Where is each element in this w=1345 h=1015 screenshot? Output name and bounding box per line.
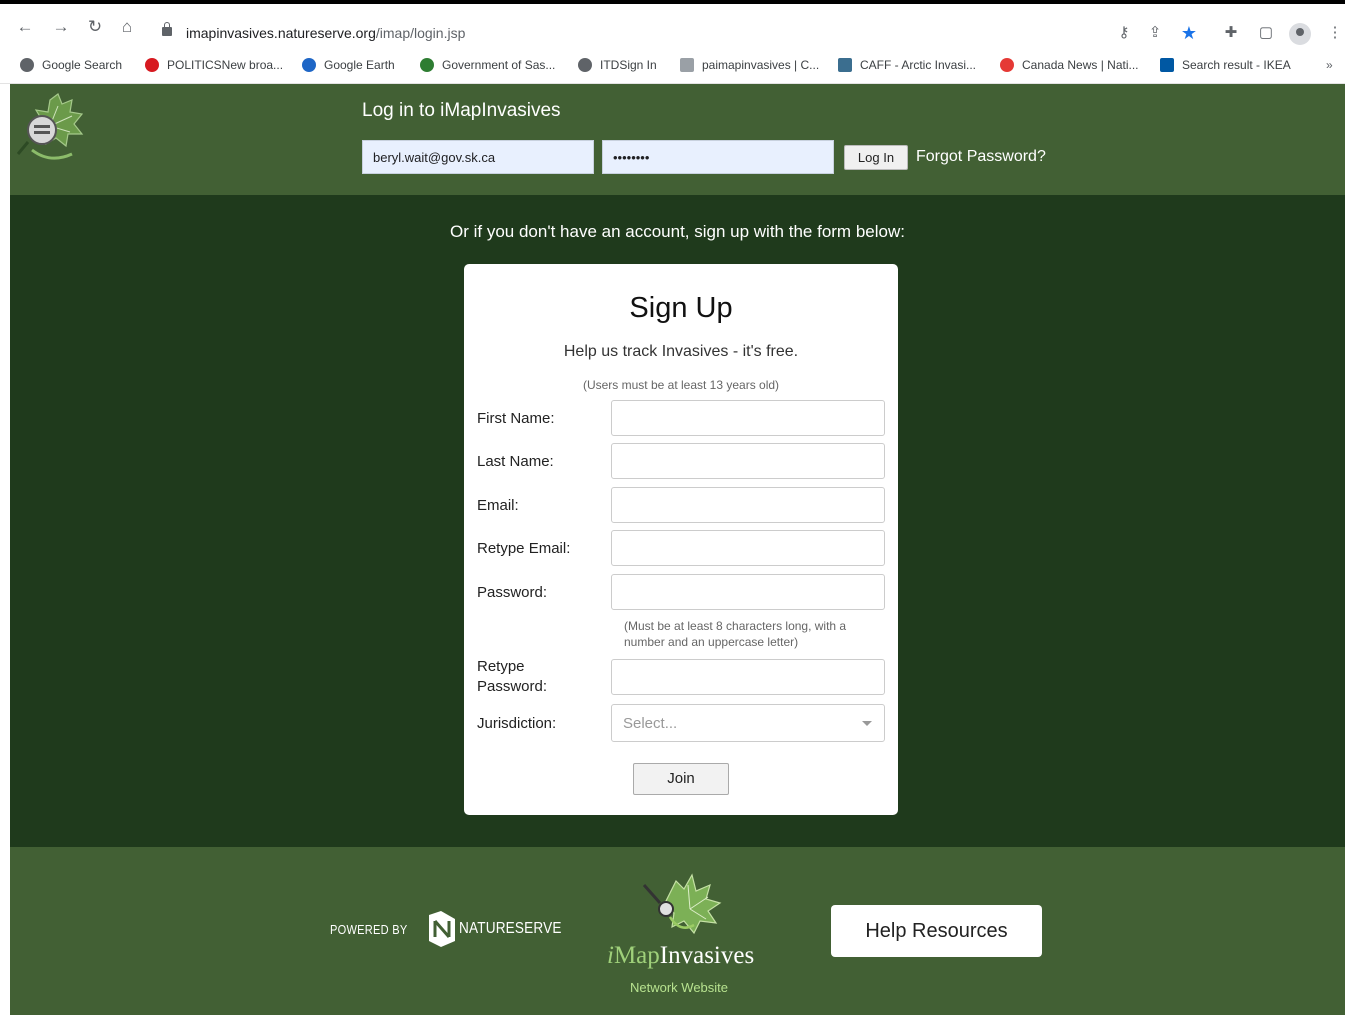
forward-icon[interactable]: → <box>50 16 72 38</box>
login-button[interactable]: Log In <box>844 145 908 170</box>
more-bookmarks-button[interactable]: » <box>1326 58 1333 72</box>
menu-kebab-icon[interactable]: ⋮ <box>1325 23 1345 43</box>
government-icon <box>420 58 434 72</box>
key-icon[interactable]: ⚷ <box>1114 23 1134 43</box>
caff-icon <box>838 58 852 72</box>
ikea-icon <box>1160 58 1174 72</box>
imapinvasives-leaf-icon[interactable] <box>10 92 90 167</box>
jurisdiction-select[interactable]: Select... <box>611 704 885 742</box>
powered-by-natureserve[interactable]: POWERED BY NATURESERVE <box>330 909 580 949</box>
email-label: Email: <box>477 497 519 514</box>
login-password-input[interactable] <box>602 140 834 174</box>
imapinvasives-brand: iMapInvasives <box>607 942 755 969</box>
paimap-icon <box>680 58 694 72</box>
url-path: /imap/login.jsp <box>375 25 466 41</box>
profile-icon[interactable] <box>1289 23 1311 45</box>
first-name-label: First Name: <box>477 410 555 427</box>
jurisdiction-placeholder: Select... <box>623 715 678 732</box>
bookmark-item[interactable]: ITDSign In <box>578 56 657 74</box>
page: Log in to iMapInvasives Log In Forgot Pa… <box>10 84 1345 1015</box>
footer: POWERED BY NATURESERVE iMapInvasives Net… <box>10 847 1345 1015</box>
chevron-down-icon <box>862 721 872 726</box>
cbc-icon <box>145 58 159 72</box>
last-name-field[interactable] <box>611 443 885 479</box>
login-email-input[interactable] <box>362 140 594 174</box>
password-requirements-note: (Must be at least 8 characters long, wit… <box>624 619 847 649</box>
signup-title: Sign Up <box>629 292 733 324</box>
natureserve-label: NATURESERVE <box>459 920 562 937</box>
jurisdiction-label: Jurisdiction: <box>477 715 557 732</box>
bookmark-item[interactable]: paimapinvasives | C... <box>680 56 819 74</box>
retype-password-label-line1: Retype <box>477 658 525 675</box>
google-earth-icon <box>302 58 316 72</box>
canada-news-icon <box>1000 58 1014 72</box>
network-website-link[interactable]: Network Website <box>630 980 728 995</box>
retype-password-field[interactable] <box>611 659 885 695</box>
address-bar[interactable]: imapinvasives.natureserve.org/imap/login… <box>186 25 465 41</box>
age-requirement-note: (Users must be at least 13 years old) <box>582 378 780 392</box>
login-header: Log in to iMapInvasives Log In Forgot Pa… <box>10 84 1345 195</box>
globe-icon <box>578 58 592 72</box>
back-icon[interactable]: ← <box>14 16 36 38</box>
last-name-label: Last Name: <box>477 453 554 470</box>
retype-email-label: Retype Email: <box>477 540 571 557</box>
retype-email-field[interactable] <box>611 530 885 566</box>
sidepanel-icon[interactable]: ▢ <box>1256 23 1276 43</box>
login-title: Log in to iMapInvasives <box>362 100 561 121</box>
signup-prompt: Or if you don't have an account, sign up… <box>450 222 905 241</box>
signup-card: Sign Up Help us track Invasives - it's f… <box>464 264 898 815</box>
forgot-password-link[interactable]: Forgot Password? <box>916 148 1046 166</box>
bookmark-item[interactable]: Government of Sas... <box>420 56 555 74</box>
bookmark-item[interactable]: CAFF - Arctic Invasi... <box>838 56 976 74</box>
bookmark-item[interactable]: Canada News | Nati... <box>1000 56 1139 74</box>
share-icon[interactable]: ⇪ <box>1145 23 1165 43</box>
page-left-border <box>0 84 10 1015</box>
natureserve-logo-icon <box>429 911 456 947</box>
browser-chrome: ← → ↻ ⌂ imapinvasives.natureserve.org/im… <box>0 0 1345 84</box>
powered-by-label: POWERED BY <box>330 921 408 937</box>
address-bar-row: ← → ↻ ⌂ imapinvasives.natureserve.org/im… <box>0 0 1345 46</box>
password-field[interactable] <box>611 574 885 610</box>
bookmark-item[interactable]: Google Search <box>20 56 122 74</box>
password-label: Password: <box>477 584 548 601</box>
bookmark-item[interactable]: Search result - IKEA <box>1160 56 1291 74</box>
bookmark-star-icon[interactable]: ★ <box>1179 23 1199 43</box>
first-name-field[interactable] <box>611 400 885 436</box>
bookmark-item[interactable]: Google Earth <box>302 56 395 74</box>
email-field[interactable] <box>611 487 885 523</box>
retype-password-label-line2: Password: <box>477 678 548 695</box>
signup-subtitle: Help us track Invasives - it's free. <box>563 343 799 360</box>
reload-icon[interactable]: ↻ <box>84 16 106 38</box>
extensions-icon[interactable]: ✚ <box>1221 23 1241 43</box>
globe-icon <box>20 58 34 72</box>
bookmarks-bar: Google Search POLITICSNew broa... Google… <box>0 50 1345 80</box>
join-button[interactable]: Join <box>633 763 729 795</box>
bookmark-item[interactable]: POLITICSNew broa... <box>145 56 283 74</box>
help-resources-button[interactable]: Help Resources <box>831 905 1042 957</box>
url-domain: imapinvasives.natureserve.org <box>186 25 376 41</box>
home-icon[interactable]: ⌂ <box>116 16 138 38</box>
lock-icon[interactable] <box>162 22 172 36</box>
